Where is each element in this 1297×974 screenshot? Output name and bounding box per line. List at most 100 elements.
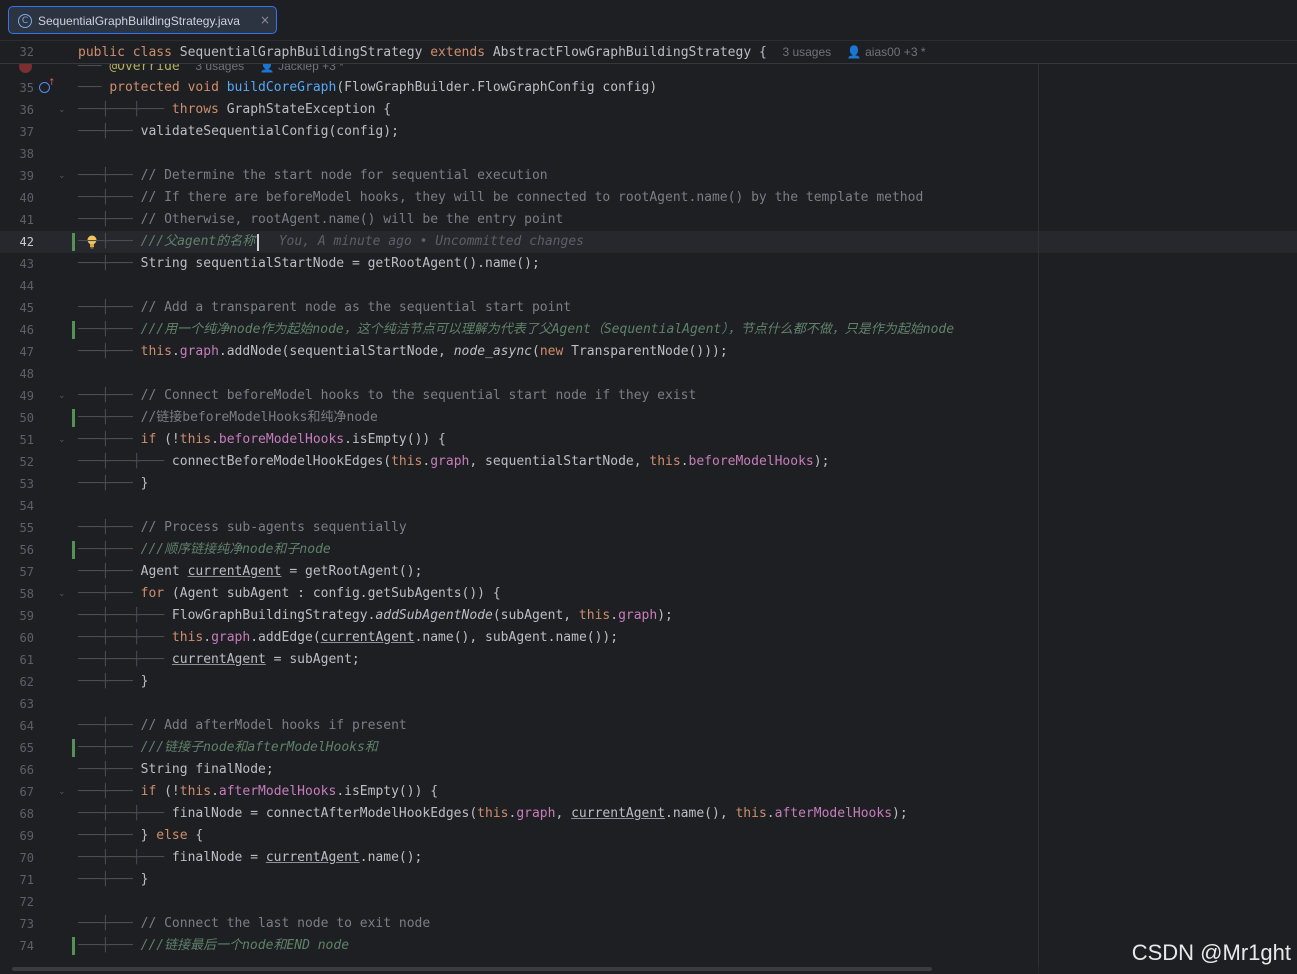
code-text: .addEdge( — [250, 630, 321, 645]
line-number: 69 — [19, 829, 34, 843]
field: graph — [516, 806, 556, 821]
code-text: } — [140, 828, 157, 843]
keyword: else — [156, 828, 188, 843]
line-number: 57 — [19, 565, 34, 579]
code-line: ───┼─── ///链接子node和afterModelHooks和 — [78, 740, 378, 755]
line-number: 71 — [19, 873, 34, 887]
code-text: ); — [892, 806, 908, 821]
line-number: 66 — [19, 763, 34, 777]
keyword: this — [578, 608, 611, 623]
code-text: = getRootAgent(); — [281, 564, 423, 579]
field: afterModelHooks — [218, 784, 337, 799]
change-marker[interactable] — [72, 739, 75, 757]
class-icon: C — [18, 14, 32, 28]
code-line: ───┼─── } — [78, 872, 149, 887]
keyword: this — [477, 806, 509, 821]
code-text: (! — [156, 432, 180, 447]
code-line: ───┼─── for (Agent subAgent : config.get… — [78, 586, 501, 601]
keyword: new — [539, 344, 564, 359]
author-name: aias00 +3 * — [865, 45, 926, 59]
code-text: . — [171, 344, 180, 359]
code-text: ); — [813, 454, 830, 469]
code-text: String sequentialStartNode = getRootAgen… — [140, 256, 540, 271]
code-text: finalNode = — [171, 850, 266, 865]
code-line: ───┼─── if (!this.afterModelHooks.isEmpt… — [78, 784, 439, 799]
code-line: ───┼───┼─── currentAgent = subAgent; — [78, 652, 360, 667]
close-icon[interactable]: × — [260, 12, 270, 28]
reassigned-variable: currentAgent — [171, 652, 266, 667]
field: graph — [618, 608, 658, 623]
keyword: void — [187, 80, 219, 95]
keyword: public — [78, 45, 125, 60]
fold-chevron-icon[interactable]: ⌄ — [58, 99, 66, 121]
line-number: 63 — [19, 697, 34, 711]
code-line: ───┼─── // Add a transparent node as the… — [78, 300, 572, 315]
keyword: extends — [430, 45, 486, 60]
line-number: 73 — [19, 917, 34, 931]
code-line: ───┼───┼─── throws GraphStateException { — [78, 102, 392, 117]
code-line: ───┼───┼─── connectBeforeModelHookEdges(… — [78, 454, 830, 469]
editor-tab-bar: C SequentialGraphBuildingStrategy.java × — [0, 0, 1297, 41]
fold-chevron-icon[interactable]: ⌄ — [58, 165, 66, 187]
line-number: 40 — [19, 191, 34, 205]
change-marker[interactable] — [72, 409, 75, 427]
line-number: 70 — [19, 851, 34, 865]
code-text: ); — [657, 608, 673, 623]
code-line: ───┼─── // Otherwise, rootAgent.name() w… — [78, 212, 564, 227]
code-line: ───┼─── } — [78, 476, 149, 491]
author-hint[interactable]: 👤 aias00 +3 * — [847, 45, 926, 59]
change-marker[interactable] — [72, 321, 75, 339]
change-marker[interactable] — [72, 937, 75, 955]
fold-chevron-icon[interactable]: ⌄ — [58, 385, 66, 407]
keyword: if — [140, 784, 157, 799]
field: graph — [179, 344, 219, 359]
code-line: ───┼───┼─── FlowGraphBuildingStrategy.ad… — [78, 608, 673, 623]
code-line: ───┼───┼─── finalNode = connectAfterMode… — [78, 806, 908, 821]
doc-comment: ///用一个纯净node作为起始node，这个纯洁节点可以理解为代表了父Agen… — [140, 322, 955, 337]
file-tab[interactable]: C SequentialGraphBuildingStrategy.java × — [8, 6, 277, 34]
sticky-class-header[interactable]: 32 public class SequentialGraphBuildingS… — [0, 41, 1297, 64]
code-text: . — [211, 432, 219, 447]
code-line: ───┼─── validateSequentialConfig(config)… — [78, 124, 399, 139]
usages-hint[interactable]: 3 usages — [782, 45, 831, 59]
code-text: .name(); — [359, 850, 423, 865]
code-line-active: ───┼─── ///父agent的名称 You, A minute ago •… — [78, 234, 584, 249]
line-number: 41 — [19, 213, 34, 227]
parent-class: AbstractFlowGraphBuildingStrategy — [492, 45, 752, 60]
keyword: this — [140, 344, 172, 359]
code-text: } — [140, 674, 149, 689]
line-number: 32 — [19, 45, 34, 59]
fold-chevron-icon[interactable]: ⌄ — [58, 781, 66, 803]
code-text: String finalNode; — [140, 762, 274, 777]
field: graph — [211, 630, 251, 645]
line-number: 45 — [19, 301, 34, 315]
code-text: (Agent subAgent : config.getSubAgents())… — [164, 586, 501, 601]
horizontal-scrollbar[interactable] — [12, 967, 932, 971]
line-number: 60 — [19, 631, 34, 645]
comment: // Otherwise, rootAgent.name() will be t… — [140, 212, 564, 227]
line-number: 59 — [19, 609, 34, 623]
code-text: , sequentialStartNode, — [469, 454, 650, 469]
comment: // Add afterModel hooks if present — [140, 718, 407, 733]
change-marker[interactable] — [72, 541, 75, 559]
code-line: ───┼─── if (!this.beforeModelHooks.isEmp… — [78, 432, 446, 447]
reassigned-variable: currentAgent — [320, 630, 415, 645]
code-line: ───┼─── ///用一个纯净node作为起始node，这个纯洁节点可以理解为… — [78, 322, 955, 337]
line-number: 72 — [19, 895, 34, 909]
fold-chevron-icon[interactable]: ⌄ — [58, 583, 66, 605]
code-line: ───┼─── } — [78, 674, 149, 689]
code-text: ( — [532, 344, 540, 359]
code-line: ───┼───┼─── finalNode = currentAgent.nam… — [78, 850, 423, 865]
comment: // Add a transparent node as the sequent… — [140, 300, 572, 315]
fold-chevron-icon[interactable]: ⌄ — [58, 429, 66, 451]
inline-blame[interactable]: You, A minute ago • Uncommitted changes — [279, 234, 584, 249]
code-line: ─── protected void buildCoreGraph(FlowGr… — [78, 80, 658, 95]
line-number: 38 — [19, 147, 34, 161]
field: afterModelHooks — [774, 806, 893, 821]
code-editor[interactable]: 32 public class SequentialGraphBuildingS… — [0, 41, 1297, 974]
change-marker[interactable] — [72, 233, 75, 251]
code-line: ───┼─── // Process sub-agents sequential… — [78, 520, 407, 535]
code-text: .isEmpty()) { — [344, 432, 446, 447]
keyword: this — [649, 454, 681, 469]
line-number: 68 — [19, 807, 34, 821]
